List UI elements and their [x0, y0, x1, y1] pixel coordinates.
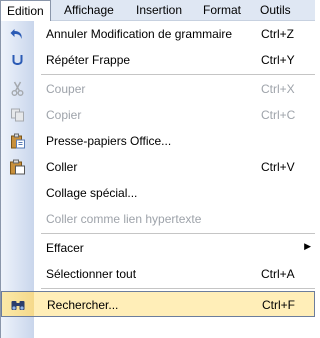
menu-affichage-label: Affichage — [64, 3, 114, 17]
menu-item-label: Coller — [46, 160, 78, 174]
menu-item-label: Collage spécial... — [46, 186, 138, 200]
menu-item-clear[interactable]: Effacer ▶ — [1, 235, 315, 261]
menu-item-shortcut: Ctrl+X — [261, 82, 295, 96]
find-icon — [11, 301, 25, 310]
menu-item-select-all[interactable]: Sélectionner tout Ctrl+A — [1, 261, 315, 287]
edit-dropdown-menu: Annuler Modification de grammaire Ctrl+Z… — [0, 21, 315, 338]
menu-item-paste[interactable]: Coller Ctrl+V — [1, 154, 315, 180]
menu-item-paste-special[interactable]: Collage spécial... — [1, 180, 315, 206]
menu-item-undo[interactable]: Annuler Modification de grammaire Ctrl+Z — [1, 21, 315, 47]
menu-item-office-clipboard[interactable]: Presse-papiers Office... — [1, 128, 315, 154]
menu-outils-label: Outils — [260, 3, 291, 17]
menu-affichage[interactable]: Affichage — [58, 0, 120, 21]
menu-item-label: Copier — [46, 108, 82, 122]
paste-icon — [10, 159, 25, 175]
menu-item-cut[interactable]: Couper Ctrl+X — [1, 76, 315, 102]
copy-icon — [11, 108, 24, 122]
menu-separator — [41, 74, 315, 75]
menu-edition-label: Edition — [7, 4, 44, 18]
menu-item-shortcut: Ctrl+A — [261, 267, 295, 281]
menu-item-shortcut: Ctrl+F — [262, 298, 295, 312]
menu-item-shortcut: Ctrl+Z — [261, 27, 294, 41]
menu-insertion[interactable]: Insertion — [130, 0, 188, 21]
menu-item-label: Presse-papiers Office... — [46, 134, 172, 148]
menu-item-shortcut: Ctrl+Y — [261, 53, 295, 67]
menu-separator — [41, 288, 315, 289]
menu-separator — [41, 233, 315, 234]
menu-edition[interactable]: Edition — [0, 0, 51, 22]
clipboard-icon — [11, 133, 25, 149]
menu-outils[interactable]: Outils — [254, 0, 297, 21]
menu-item-label: Sélectionner tout — [46, 267, 137, 281]
menu-item-label: Rechercher... — [47, 298, 119, 312]
menu-item-label: Répéter Frappe — [46, 53, 131, 67]
redo-icon — [12, 55, 23, 65]
menu-item-paste-hyperlink[interactable]: Coller comme lien hypertexte — [1, 206, 315, 232]
menu-item-label: Couper — [46, 82, 86, 96]
menu-item-label: Annuler Modification de grammaire — [46, 27, 233, 41]
menu-item-label: Effacer — [46, 241, 84, 255]
menu-item-shortcut: Ctrl+C — [261, 108, 296, 122]
undo-icon — [10, 29, 22, 39]
menu-item-label: Coller comme lien hypertexte — [46, 212, 202, 226]
submenu-arrow-icon: ▶ — [304, 241, 311, 251]
menu-item-copy[interactable]: Copier Ctrl+C — [1, 102, 315, 128]
menu-format[interactable]: Format — [197, 0, 247, 21]
menu-bar: Edition Affichage Insertion Format Outil… — [0, 0, 315, 22]
cut-icon — [11, 81, 24, 96]
menu-item-find[interactable]: Rechercher... Ctrl+F — [1, 291, 315, 317]
menu-item-shortcut: Ctrl+V — [261, 160, 295, 174]
menu-insertion-label: Insertion — [136, 3, 183, 17]
menu-format-label: Format — [203, 3, 242, 17]
menu-item-redo[interactable]: Répéter Frappe Ctrl+Y — [1, 47, 315, 73]
